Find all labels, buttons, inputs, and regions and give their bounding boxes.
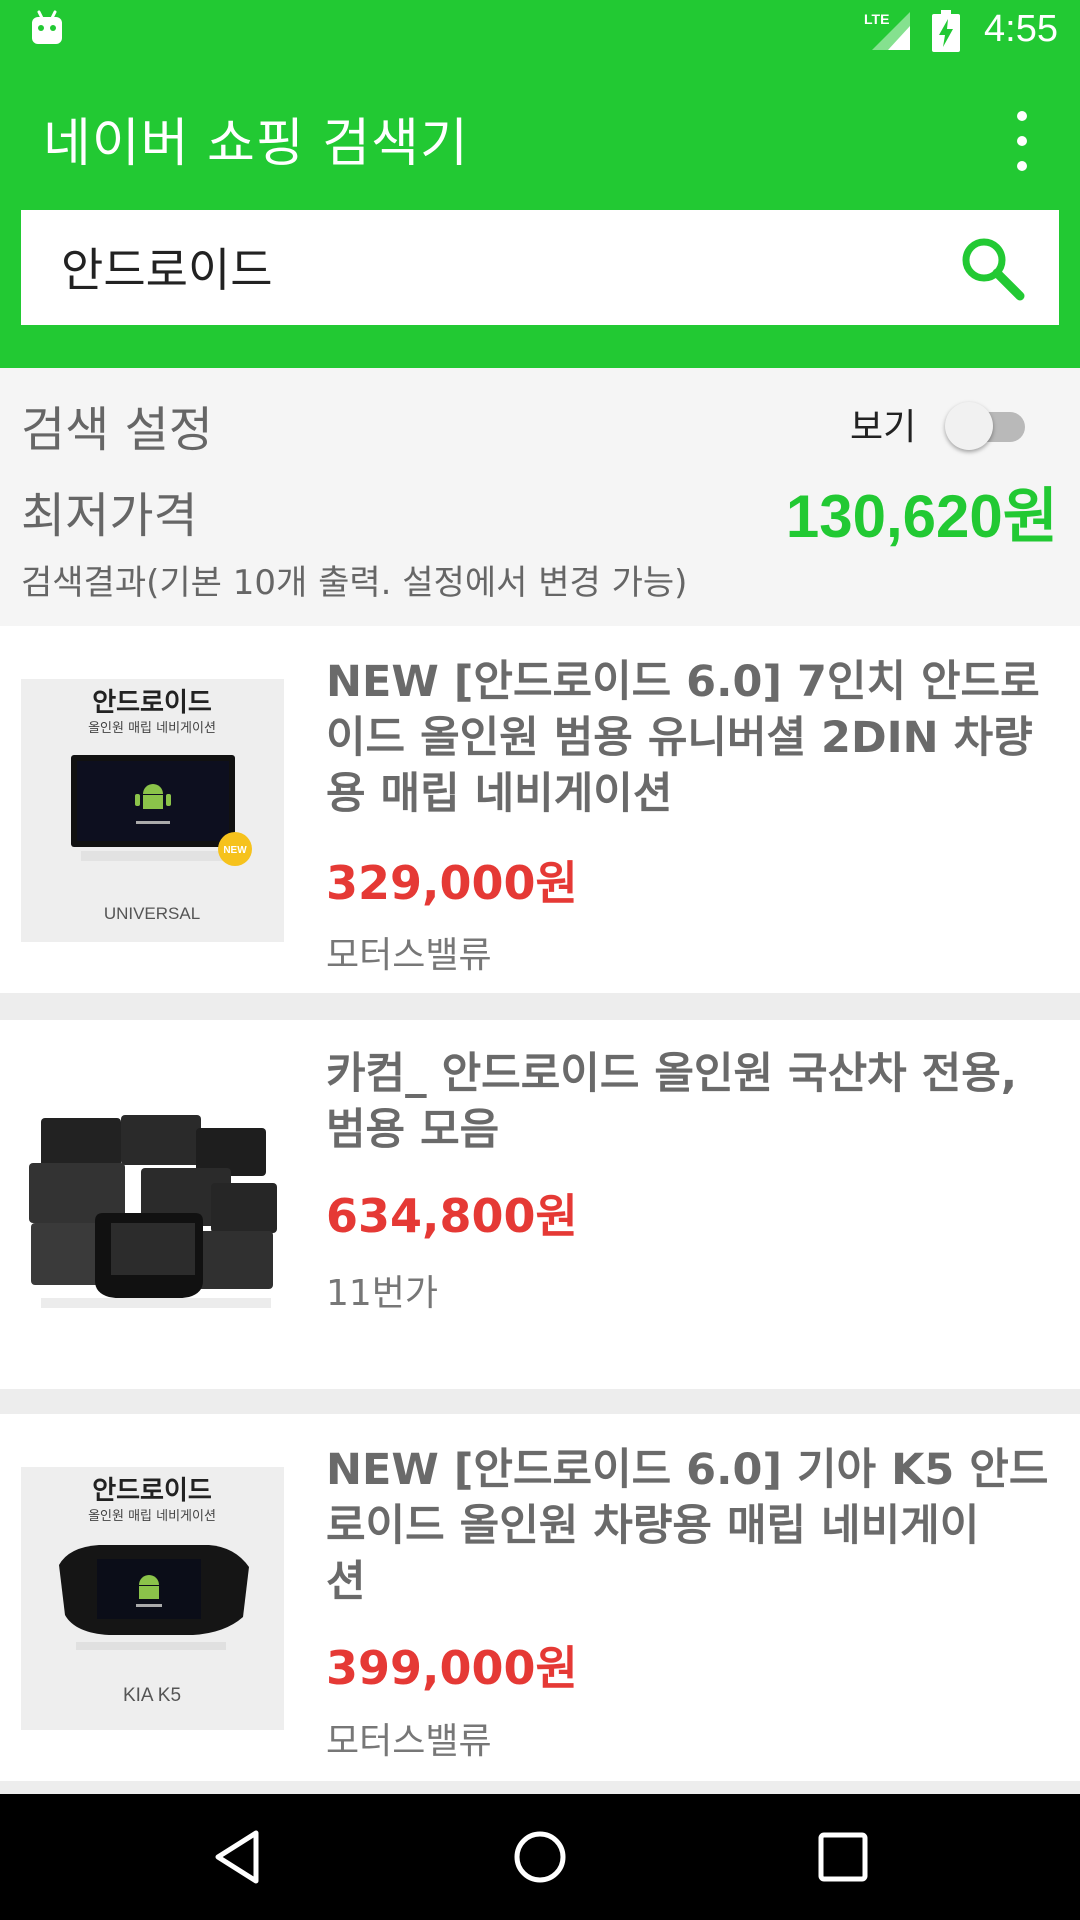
product-card[interactable]: 안드로이드 올인원 매립 네비게이션 KIA K5 NEW [안드로이드 6.0…: [0, 1414, 1080, 1781]
battery-charging-icon: [932, 10, 960, 52]
app-bar: 네이버 쇼핑 검색기: [0, 63, 1080, 368]
clock: 4:55: [984, 8, 1058, 50]
product-store: 모터스밸류: [326, 1721, 492, 1762]
screen: LTE 4:55 네이버 쇼핑 검색기 검색 설정 보기: [0, 0, 1080, 1920]
search-box: [21, 210, 1059, 325]
image-badge: NEW: [223, 845, 247, 856]
product-price: 399,000원: [326, 1641, 578, 1695]
product-title[interactable]: NEW [안드로이드 6.0] 7인치 안드로 이드 올인원 범용 유니버셜 2…: [326, 654, 1061, 822]
home-icon[interactable]: [510, 1827, 570, 1887]
result-note: 검색결과(기본 10개 출력. 설정에서 변경 가능): [21, 563, 688, 603]
product-store: 11번가: [326, 1273, 439, 1314]
recents-icon[interactable]: [813, 1827, 873, 1887]
image-subheading: 올인원 매립 네비게이션: [88, 721, 216, 736]
product-image[interactable]: 안드로이드 올인원 매립 네비게이션 NEW UNIVERSAL: [21, 679, 284, 942]
back-icon[interactable]: [210, 1827, 270, 1887]
search-input[interactable]: [61, 232, 921, 302]
status-bar: LTE 4:55: [0, 0, 1080, 63]
product-card[interactable]: 카컴_ 안드로이드 올인원 국산차 전용, 범용 모음 634,800원 11번…: [0, 1020, 1080, 1389]
android-debug-icon: [32, 10, 62, 44]
view-toggle[interactable]: [945, 398, 1030, 454]
settings-label: 검색 설정: [21, 402, 213, 458]
product-price: 329,000원: [326, 856, 578, 910]
search-icon[interactable]: [956, 232, 1028, 304]
toggle-label: 보기: [850, 407, 917, 448]
product-image[interactable]: [21, 1073, 284, 1336]
product-title[interactable]: 카컴_ 안드로이드 올인원 국산차 전용, 범용 모음: [326, 1046, 1061, 1158]
min-price-label: 최저가격: [21, 488, 198, 544]
navigation-bar: [0, 1794, 1080, 1920]
image-subheading: 올인원 매립 네비게이션: [88, 1509, 216, 1524]
product-price: 634,800원: [326, 1189, 578, 1243]
svg-text:LTE: LTE: [864, 11, 889, 27]
image-caption: UNIVERSAL: [104, 904, 200, 923]
image-heading: 안드로이드: [92, 688, 212, 718]
min-price-value: 130,620원: [785, 483, 1058, 550]
image-caption: KIA K5: [123, 1685, 181, 1706]
lte-signal-icon: LTE: [864, 11, 910, 50]
search-settings: 검색 설정 보기 최저가격 130,620원 검색결과(기본 10개 출력. 설…: [0, 368, 1080, 626]
product-image[interactable]: 안드로이드 올인원 매립 네비게이션 KIA K5: [21, 1467, 284, 1730]
image-heading: 안드로이드: [92, 1476, 212, 1506]
app-title: 네이버 쇼핑 검색기: [43, 114, 469, 174]
product-card[interactable]: 안드로이드 올인원 매립 네비게이션 NEW UNIVERSAL NEW [안드…: [0, 626, 1080, 993]
product-store: 모터스밸류: [326, 935, 492, 976]
product-title[interactable]: NEW [안드로이드 6.0] 기아 K5 안드 로이드 올인원 차량용 매립 …: [326, 1442, 1061, 1610]
overflow-menu-icon[interactable]: [1000, 111, 1044, 171]
